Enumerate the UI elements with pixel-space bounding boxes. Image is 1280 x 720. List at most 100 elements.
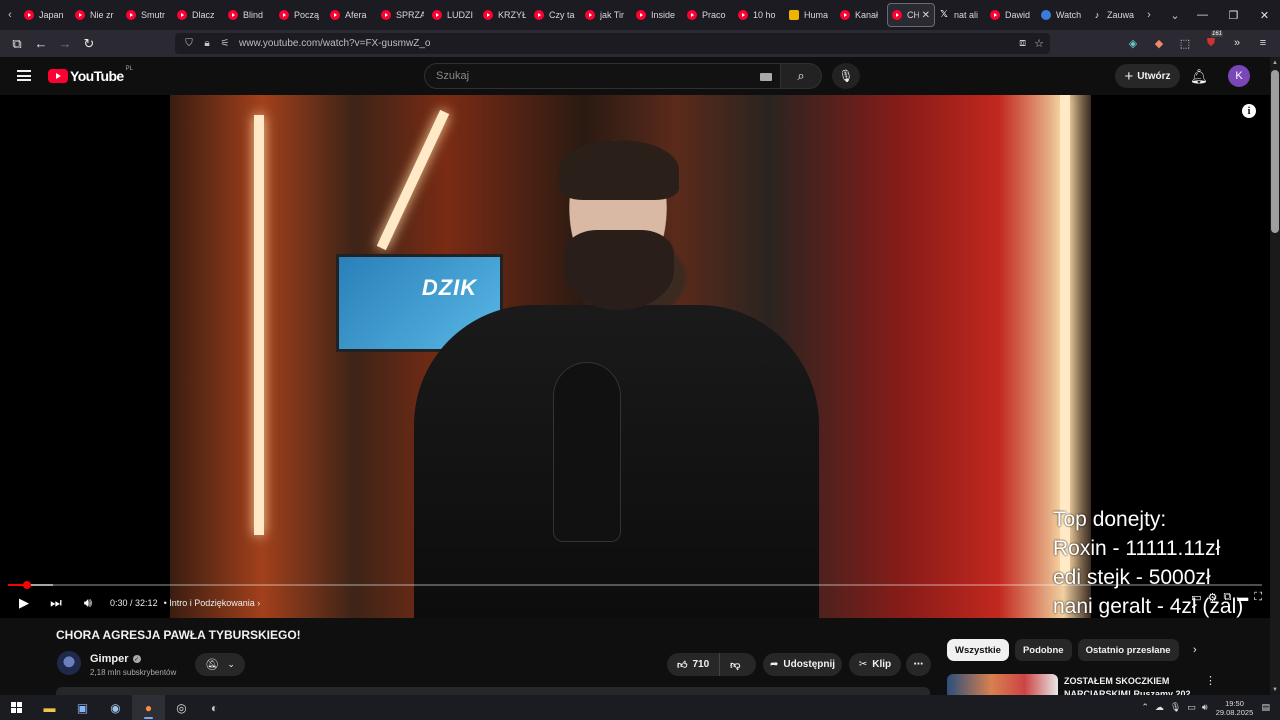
browser-tab[interactable]: Praco bbox=[683, 3, 734, 27]
clock[interactable]: 19:50 29.08.2025 bbox=[1213, 699, 1255, 717]
browser-tab[interactable]: KRZYŁ bbox=[479, 3, 530, 27]
share-button[interactable]: ➦ Udostępnij bbox=[763, 653, 842, 676]
youtube-logo[interactable]: YouTube PL bbox=[48, 66, 133, 84]
scroll-up-icon[interactable]: ▲ bbox=[1272, 60, 1278, 66]
next-video-icon[interactable]: ⏭ bbox=[40, 591, 72, 615]
chip-related[interactable]: Podobne bbox=[1014, 639, 1072, 661]
app-icon[interactable]: ▣ bbox=[66, 695, 99, 720]
play-icon[interactable]: ▶ bbox=[8, 591, 40, 615]
browser-tab[interactable]: Blind bbox=[224, 3, 275, 27]
voice-search-button[interactable]: 🎙︎ bbox=[832, 63, 860, 89]
start-button[interactable] bbox=[0, 695, 33, 720]
more-vertical-icon[interactable]: ⋮ bbox=[1205, 674, 1216, 687]
reload-icon[interactable]: ↻ bbox=[77, 33, 101, 55]
info-icon[interactable]: i bbox=[1242, 104, 1256, 118]
vpn-extension-icon[interactable]: ◈ bbox=[1122, 33, 1144, 53]
obs-icon[interactable]: ◎ bbox=[165, 695, 198, 720]
fox-extension-icon[interactable]: ◆ bbox=[1148, 33, 1170, 53]
steam-icon[interactable]: ◉ bbox=[99, 695, 132, 720]
permissions-icon[interactable]: ⚟ bbox=[217, 38, 233, 49]
progress-scrubber-handle[interactable] bbox=[23, 581, 32, 589]
progress-bar[interactable] bbox=[8, 581, 1262, 589]
miniplayer-icon[interactable]: ⧉ bbox=[1223, 591, 1231, 604]
file-explorer-icon[interactable]: ▬ bbox=[33, 695, 66, 720]
minimize-icon[interactable]: — bbox=[1187, 9, 1218, 21]
back-icon[interactable]: ← bbox=[29, 33, 53, 55]
tray-overflow-chevron-icon[interactable]: ⌃ bbox=[1141, 702, 1149, 713]
speaker-icon[interactable]: 🔊︎ bbox=[1202, 702, 1208, 713]
onedrive-cloud-icon[interactable]: ☁ bbox=[1155, 702, 1164, 713]
volume-icon[interactable]: 🔊︎ bbox=[72, 591, 104, 615]
browser-tab[interactable]: Smutr bbox=[122, 3, 173, 27]
keyboard-icon[interactable] bbox=[760, 73, 772, 81]
forward-icon[interactable]: → bbox=[53, 33, 77, 55]
hamburger-menu-icon[interactable] bbox=[17, 70, 31, 81]
scrollbar-thumb[interactable] bbox=[1271, 70, 1279, 233]
url-bar[interactable]: ⛉ 🔒︎ ⚟ www.youtube.com/watch?v=FX-gusmwZ… bbox=[175, 33, 1050, 54]
theater-mode-icon[interactable]: ▬ bbox=[1237, 592, 1248, 604]
video-frame[interactable]: DZIK bbox=[170, 95, 1091, 618]
browser-tab[interactable]: Japan bbox=[20, 3, 71, 27]
notification-center-icon[interactable]: ▤ bbox=[1261, 702, 1270, 713]
restore-icon[interactable]: ❐ bbox=[1218, 9, 1249, 22]
browser-tab[interactable]: Począ bbox=[275, 3, 326, 27]
browser-tab[interactable]: SPRZĄ bbox=[377, 3, 428, 27]
browser-tab[interactable]: Huma bbox=[785, 3, 836, 27]
channel-avatar[interactable] bbox=[57, 651, 81, 675]
browser-tab[interactable]: Nie zr bbox=[71, 3, 122, 27]
browser-tab[interactable]: Watch bbox=[1037, 3, 1088, 27]
browser-tab[interactable]: CH✕ bbox=[887, 3, 935, 27]
chapter-button[interactable]: • Intro i Podziękowania › bbox=[164, 598, 261, 608]
microphone-tray-icon[interactable]: 🎙︎ bbox=[1170, 702, 1181, 713]
clip-button[interactable]: ✂ Klip bbox=[849, 653, 901, 676]
browser-tab[interactable]: LUDZI bbox=[428, 3, 479, 27]
subtitles-icon[interactable]: ▭ bbox=[1191, 591, 1201, 604]
search-button[interactable]: ⌕ bbox=[781, 63, 822, 89]
discord-app-icon[interactable]: ◐ bbox=[198, 695, 231, 720]
chip-recently-uploaded[interactable]: Ostatnio przesłane bbox=[1077, 639, 1179, 661]
firefox-icon[interactable]: ● bbox=[132, 695, 165, 720]
lock-icon[interactable]: 🔒︎ bbox=[199, 38, 215, 49]
video-player[interactable]: DZIK i Top donejty: Roxin - 11111.11zł e… bbox=[0, 95, 1270, 618]
ublock-icon[interactable]: ⛊ 161 bbox=[1200, 31, 1223, 53]
channel-name-link[interactable]: Gimper ✓ bbox=[90, 653, 141, 665]
extensions-puzzle-icon[interactable]: ⬚ bbox=[1174, 33, 1196, 53]
bookmark-star-icon[interactable]: ☆ bbox=[1034, 37, 1044, 50]
browser-tab[interactable]: 10 ho bbox=[734, 3, 785, 27]
recommended-video-thumbnail[interactable] bbox=[947, 674, 1058, 695]
account-avatar[interactable]: K bbox=[1228, 65, 1250, 87]
description-box[interactable] bbox=[56, 687, 930, 695]
chip-all[interactable]: Wszystkie bbox=[947, 639, 1009, 661]
fullscreen-icon[interactable]: ⛶ bbox=[1254, 591, 1262, 604]
browser-tab[interactable]: 𝕏nat ali bbox=[935, 3, 986, 27]
app-menu-icon[interactable]: ≡ bbox=[1252, 33, 1274, 53]
url-text[interactable]: www.youtube.com/watch?v=FX-gusmwZ_o bbox=[239, 38, 430, 49]
chevron-right-icon[interactable]: › bbox=[1193, 644, 1197, 656]
like-button[interactable]: 👍︎ 710 bbox=[667, 653, 721, 676]
browser-tab[interactable]: Inside bbox=[632, 3, 683, 27]
browser-tab[interactable]: Afera bbox=[326, 3, 377, 27]
recommended-video-title[interactable]: ZOSTAŁEM SKOCZKIEM NARCIARSKIM! Ruszamy … bbox=[1064, 675, 1194, 695]
notifications-bell-icon[interactable]: 🔔︎ bbox=[1190, 68, 1208, 85]
browser-tab[interactable]: Kanał bbox=[836, 3, 887, 27]
create-button[interactable]: + Utwórz bbox=[1115, 64, 1180, 88]
browser-tab[interactable]: Dlacz bbox=[173, 3, 224, 27]
shield-icon[interactable]: ⛉ bbox=[181, 38, 197, 49]
scroll-down-icon[interactable]: ▼ bbox=[1272, 687, 1278, 693]
browser-tab[interactable]: Czy ta bbox=[530, 3, 581, 27]
tab-scroll-right-icon[interactable]: › bbox=[1139, 9, 1159, 21]
subscription-notifications-button[interactable]: 🔕︎ ⌄ bbox=[195, 653, 245, 676]
dislike-button[interactable]: 👎︎ bbox=[720, 659, 750, 671]
tab-list-dropdown-icon[interactable]: ⌄ bbox=[1165, 9, 1185, 22]
display-icon[interactable]: ▭ bbox=[1187, 702, 1196, 713]
browser-tab[interactable]: jak Tir bbox=[581, 3, 632, 27]
browser-tab[interactable]: Dawid bbox=[986, 3, 1037, 27]
browser-tab[interactable]: ♪ Zauwa bbox=[1088, 3, 1139, 27]
picture-in-picture-icon[interactable]: ⧈ bbox=[1019, 37, 1026, 50]
page-scrollbar[interactable]: ▲ ▼ bbox=[1270, 57, 1280, 695]
close-window-icon[interactable]: ✕ bbox=[1249, 9, 1280, 22]
sidebar-toggle-icon[interactable]: ⧉ bbox=[5, 33, 29, 55]
settings-gear-icon[interactable]: ⚙︎ bbox=[1208, 591, 1218, 604]
search-input[interactable]: Szukaj bbox=[424, 63, 781, 89]
close-tab-icon[interactable]: ✕ bbox=[922, 10, 930, 21]
